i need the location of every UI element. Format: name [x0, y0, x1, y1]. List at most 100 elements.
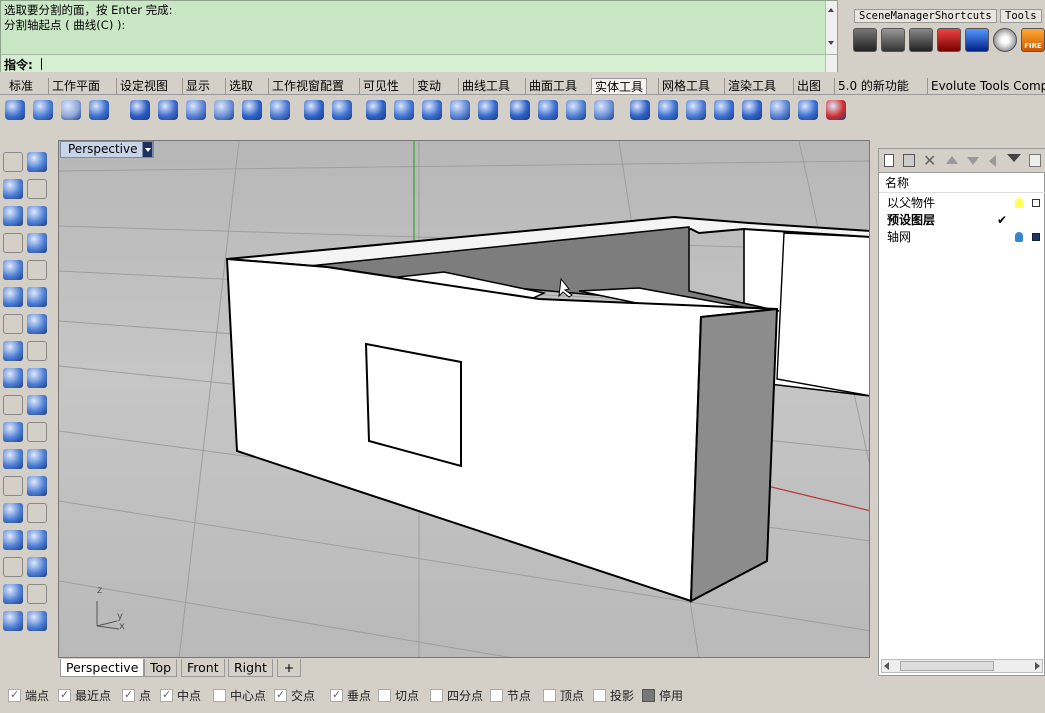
move-left-icon[interactable] [989, 155, 996, 167]
solid-tools-icon[interactable] [3, 530, 23, 550]
tab-perspective[interactable]: Perspective [60, 659, 145, 677]
lock-icon[interactable] [1032, 233, 1040, 241]
scene-red-icon[interactable] [937, 28, 961, 52]
osnap-option[interactable]: 垂点 [330, 688, 371, 703]
osnap-option[interactable]: 中心点 [213, 689, 266, 703]
osnap-option[interactable]: 节点 [490, 689, 531, 703]
split-face-icon[interactable] [422, 100, 442, 120]
tab-curve-tools[interactable]: 曲线工具 [458, 78, 513, 94]
explode-icon[interactable] [27, 368, 47, 388]
split-edge-icon[interactable] [566, 100, 586, 120]
osnap-option[interactable]: 点 [122, 688, 151, 703]
delete-layer-icon[interactable]: ✕ [923, 151, 936, 170]
tab-display[interactable]: 显示 [182, 78, 213, 94]
sphere-solid-icon[interactable] [27, 314, 47, 334]
tab-viewport-layout[interactable]: 工作视窗配置 [268, 78, 347, 94]
new-layer-icon[interactable] [884, 154, 894, 167]
trim-icon[interactable] [3, 368, 23, 388]
viewport-menu-dropdown-icon[interactable] [142, 141, 153, 158]
osnap-option[interactable]: 四分点 [430, 689, 483, 703]
tab-tools[interactable]: Tools [1000, 9, 1042, 23]
osnap-checkbox[interactable] [8, 688, 21, 702]
viewport-title[interactable]: Perspective [60, 141, 154, 158]
layer-row[interactable]: 以父物件 [879, 195, 1045, 212]
osnap-checkbox[interactable] [593, 689, 606, 702]
osnap-checkbox[interactable] [490, 689, 503, 702]
lightbulb-on-icon[interactable] [1015, 232, 1023, 242]
tab-render-tools[interactable]: 渲染工具 [724, 78, 779, 94]
polyline-icon[interactable] [3, 179, 23, 199]
lightbulb-on-icon[interactable] [1015, 198, 1023, 208]
bake-icon[interactable] [909, 28, 933, 52]
polygon-icon[interactable] [3, 260, 23, 280]
paint-icon[interactable] [27, 611, 47, 631]
box-solid-icon[interactable] [3, 314, 23, 334]
arc-icon[interactable] [3, 233, 23, 253]
boolean-icon[interactable] [27, 395, 47, 415]
bevel-icon[interactable] [510, 100, 530, 120]
ellipse-icon[interactable] [27, 206, 47, 226]
osnap-option[interactable]: 顶点 [543, 689, 584, 703]
new-sublayer-icon[interactable] [903, 154, 915, 167]
move-up-icon[interactable] [946, 156, 958, 164]
group-icon[interactable] [3, 422, 23, 442]
tab-standard[interactable]: 标准 [6, 78, 36, 94]
fillet-edge-icon[interactable] [270, 100, 290, 120]
tab-drafting[interactable]: 出图 [793, 78, 824, 94]
boolean-difference-icon[interactable] [61, 100, 81, 120]
mesh-icon[interactable] [27, 341, 47, 361]
section-icon[interactable] [3, 611, 23, 631]
texture-icon[interactable] [27, 530, 47, 550]
command-history-scrollbar[interactable] [825, 1, 837, 55]
filter-icon[interactable] [1007, 154, 1021, 162]
point-icon[interactable] [27, 152, 47, 172]
layers-horizontal-scrollbar[interactable] [881, 659, 1043, 673]
solid-point-icon[interactable] [658, 100, 678, 120]
rectangle-icon[interactable] [27, 233, 47, 253]
blend-icon[interactable] [27, 449, 47, 469]
solid-edge-icon[interactable] [686, 100, 706, 120]
boolean-intersection-icon[interactable] [89, 100, 109, 120]
merge-face-icon[interactable] [450, 100, 470, 120]
scroll-left-icon[interactable] [884, 662, 889, 670]
move-down-icon[interactable] [967, 157, 979, 165]
perspective-viewport[interactable]: z y x [58, 140, 870, 658]
layer-row[interactable]: 预设图层 ✔ [879, 212, 1045, 229]
grid-points-icon[interactable] [3, 557, 23, 577]
box-icon[interactable] [130, 100, 150, 120]
remove-icon[interactable] [826, 100, 846, 120]
extract-icon[interactable] [742, 100, 762, 120]
tab-evolute-tools[interactable]: Evolute Tools Compl [927, 78, 1045, 94]
osnap-checkbox[interactable] [122, 688, 135, 702]
check-icon[interactable] [27, 584, 47, 604]
osnap-checkbox[interactable] [330, 688, 343, 702]
extrude-face-icon[interactable] [394, 100, 414, 120]
cylinder-icon[interactable] [304, 100, 324, 120]
tab-visibility[interactable]: 可见性 [359, 78, 402, 94]
array-points-icon[interactable] [27, 422, 47, 442]
unlock-icon[interactable] [1032, 199, 1040, 207]
surface-corner-icon[interactable] [3, 287, 23, 307]
offset-icon[interactable] [478, 100, 498, 120]
osnap-checkbox[interactable] [430, 689, 443, 702]
osnap-option[interactable]: 投影 [593, 689, 634, 703]
command-prompt-scroll[interactable] [825, 55, 837, 72]
tab-top[interactable]: Top [144, 659, 178, 677]
osnap-checkbox[interactable] [274, 688, 287, 702]
layer-row[interactable]: 轴网 [879, 229, 1045, 246]
boolean-union-icon[interactable] [33, 100, 53, 120]
cone-icon[interactable] [332, 100, 352, 120]
cap-icon[interactable] [214, 100, 234, 120]
array-icon[interactable] [770, 100, 790, 120]
scroll-thumb[interactable] [900, 661, 994, 671]
command-prompt[interactable]: 指令: [1, 54, 837, 72]
column-header-name[interactable]: 名称 [879, 174, 1045, 193]
loft-solid-icon[interactable] [186, 100, 206, 120]
osnap-option[interactable]: 停用 [642, 689, 683, 703]
scene-blue-icon[interactable] [965, 28, 989, 52]
fillet-icon[interactable] [3, 449, 23, 469]
patch-icon[interactable] [27, 557, 47, 577]
move-edge-icon[interactable] [538, 100, 558, 120]
cylinder-solid-icon[interactable] [3, 341, 23, 361]
osnap-option[interactable]: 中点 [160, 688, 201, 703]
